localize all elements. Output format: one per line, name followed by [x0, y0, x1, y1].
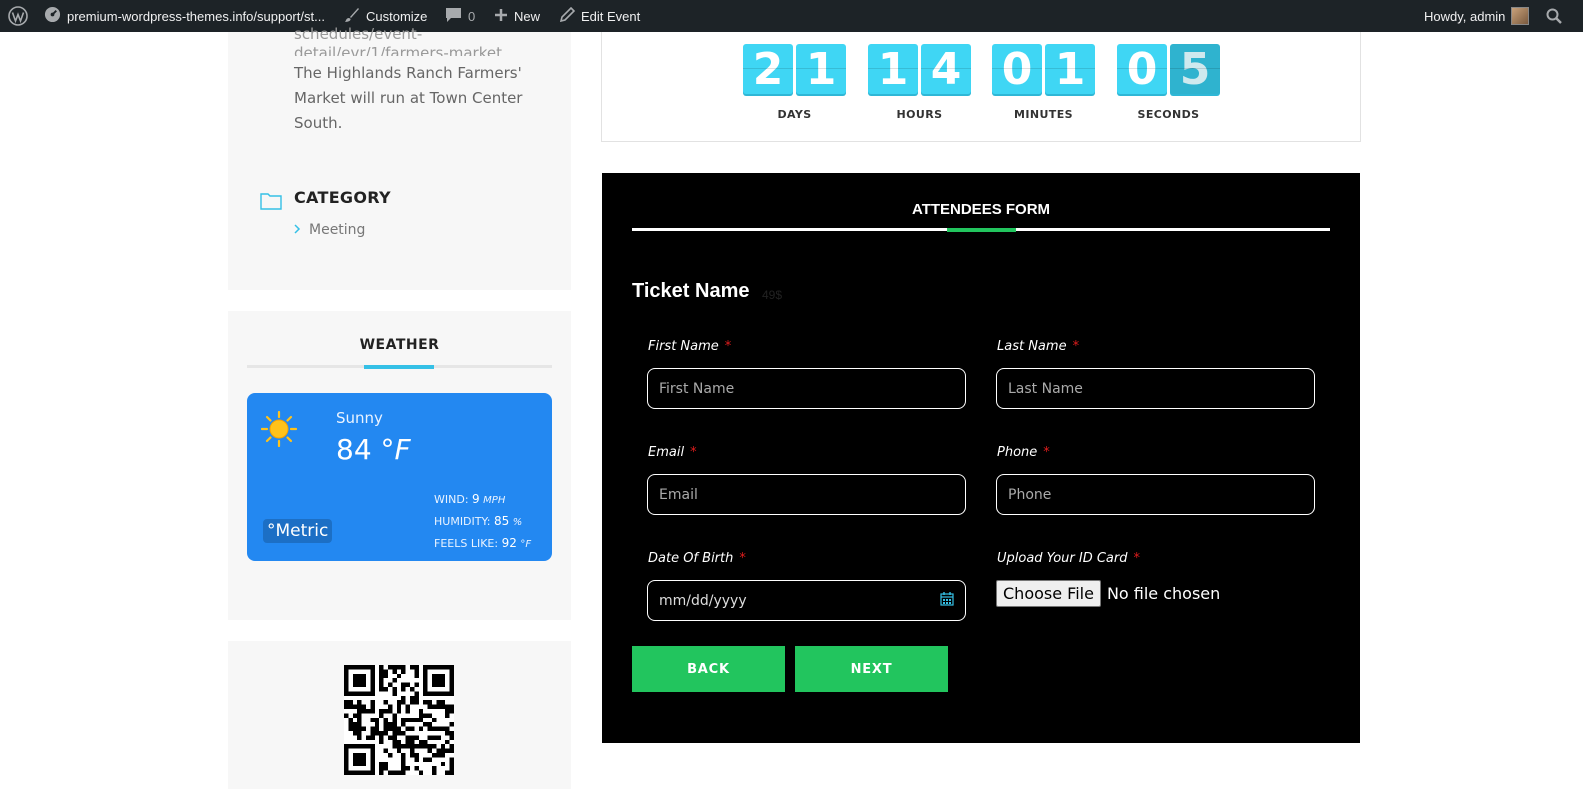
last-name-input[interactable] [996, 368, 1315, 409]
days-digit-2: 1 [796, 44, 846, 95]
dob-label: Date Of Birth * [648, 551, 746, 566]
weather-temperature: 84 °F [336, 433, 411, 466]
edit-event-label: Edit Event [581, 8, 641, 24]
countdown-hours: 1 4 HOURS [868, 44, 971, 121]
minutes-label: MINUTES [1014, 108, 1073, 121]
weather-title: WEATHER [359, 337, 440, 353]
dob-date-input[interactable]: mm/dd/yyyy [647, 580, 966, 621]
minutes-digit-1: 0 [992, 44, 1042, 95]
first-name-label: First Name * [648, 339, 732, 354]
attendees-form: ATTENDEES FORM Ticket Name 49$ First Nam… [602, 173, 1360, 743]
admin-bar: premium-wordpress-themes.info/support/st… [0, 0, 1583, 32]
search-icon[interactable] [1546, 0, 1562, 32]
seconds-digit-1: 0 [1117, 44, 1167, 95]
event-description: The Highlands Ranch Farmers' Market will… [294, 64, 523, 132]
weather-condition: Sunny [336, 409, 383, 427]
chevron-right-icon [294, 222, 301, 238]
form-title: ATTENDEES FORM [911, 201, 1051, 218]
account-menu[interactable]: Howdy, admin [1424, 0, 1530, 32]
next-button[interactable]: NEXT [795, 646, 948, 692]
back-button[interactable]: BACK [632, 646, 785, 692]
form-progress-bar [632, 228, 1330, 232]
minutes-digit-2: 1 [1045, 44, 1095, 95]
countdown-seconds: 0 5 SECONDS [1117, 44, 1220, 121]
avatar [1511, 7, 1530, 25]
folder-icon [260, 192, 282, 215]
file-status-text: No file chosen [1106, 584, 1221, 603]
hours-digit-1: 1 [868, 44, 918, 95]
id-card-file-input: Choose File No file chosen [996, 580, 1220, 607]
seconds-digit-2: 5 [1170, 44, 1220, 95]
last-name-label: Last Name * [997, 339, 1080, 354]
category-item-meeting[interactable]: Meeting [294, 222, 365, 238]
paintbrush-icon [344, 7, 360, 26]
comment-bubble-icon [445, 7, 462, 26]
comments-count: 0 [468, 8, 476, 24]
category-title: CATEGORY [294, 188, 391, 207]
email-input[interactable] [647, 474, 966, 515]
temperature-value: 84 [336, 433, 372, 466]
phone-input[interactable] [996, 474, 1315, 515]
weather-card: Sunny 84 °F WIND: 9 MPH HUMIDITY: 85 % F… [247, 393, 552, 561]
howdy-label: Howdy, admin [1424, 8, 1506, 24]
email-label: Email * [648, 445, 697, 460]
days-label: DAYS [777, 108, 812, 121]
seconds-label: SECONDS [1137, 108, 1200, 121]
dob-value: mm/dd/yyyy [659, 592, 747, 609]
weather-widget: WEATHER Sunny 84 °F WIND: 9 MPH HUMIDITY… [228, 311, 571, 620]
weather-title-underline [247, 365, 552, 369]
qr-code-card [228, 641, 571, 789]
wordpress-logo-icon[interactable] [8, 0, 28, 32]
new-label: New [514, 8, 541, 24]
dashboard-gauge-icon [44, 6, 61, 26]
event-countdown: 2 1 DAYS 1 4 HOURS 0 1 MINUTES 0 5 SECON… [601, 32, 1361, 142]
countdown-minutes: 0 1 MINUTES [992, 44, 1095, 121]
pencil-icon [559, 6, 576, 25]
site-url-label: premium-wordpress-themes.info/support/st… [67, 8, 325, 24]
first-name-input[interactable] [647, 368, 966, 409]
edit-event-link[interactable]: Edit Event [559, 0, 641, 32]
plus-icon [494, 8, 508, 25]
ticket-name: Ticket Name [632, 280, 750, 302]
calendar-icon[interactable] [940, 591, 954, 610]
category-item-label: Meeting [309, 222, 366, 238]
wind-stat: WIND: 9 MPH [434, 492, 506, 506]
customize-label: Customize [366, 8, 428, 24]
hours-label: HOURS [896, 108, 943, 121]
upload-id-label: Upload Your ID Card * [997, 551, 1140, 566]
choose-file-button[interactable]: Choose File [996, 580, 1101, 607]
site-link[interactable]: premium-wordpress-themes.info/support/st… [44, 0, 325, 32]
days-digit-1: 2 [743, 44, 793, 95]
temperature-unit: °F [380, 433, 411, 466]
phone-label: Phone * [997, 445, 1050, 460]
countdown-days: 2 1 DAYS [743, 44, 846, 121]
weather-stats: WIND: 9 MPH HUMIDITY: 85 % FEELS LIKE: 9… [434, 489, 531, 555]
feels-like-stat: FEELS LIKE: 92 °F [434, 536, 532, 550]
event-link[interactable]: schedules/event-detail/evr/1/farmers-mar… [294, 25, 534, 56]
hours-digit-2: 4 [921, 44, 971, 95]
sun-icon [260, 410, 298, 452]
humidity-stat: HUMIDITY: 85 % [434, 514, 523, 528]
qr-code-image [344, 665, 454, 775]
event-info-card: schedules/event-detail/evr/1/farmers-mar… [228, 25, 571, 290]
ticket-price: 49$ [762, 288, 783, 302]
metric-toggle-button[interactable]: °Metric [263, 519, 333, 543]
